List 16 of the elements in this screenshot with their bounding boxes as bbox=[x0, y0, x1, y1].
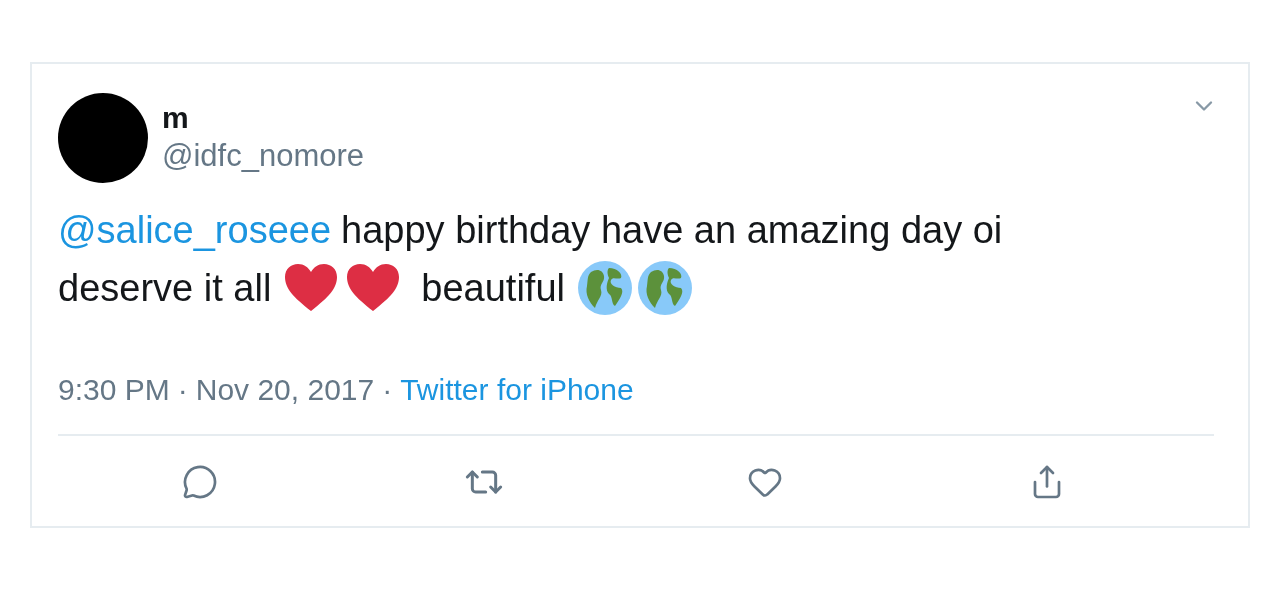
reply-icon[interactable] bbox=[182, 464, 218, 500]
source-link[interactable]: Twitter for iPhone bbox=[400, 367, 634, 412]
tweet-date: Nov 20, 2017 bbox=[195, 372, 375, 408]
mention-link[interactable]: @salice_roseee bbox=[58, 201, 332, 259]
globe-emoji-icon bbox=[637, 260, 693, 316]
tweet-text: happy birthday have an amazing day oi bbox=[341, 208, 1003, 253]
tweet-text: deserve it all bbox=[58, 266, 272, 311]
author-name: m bbox=[162, 100, 190, 136]
tweet-time: 9:30 PM bbox=[58, 372, 170, 408]
globe-emoji-icon bbox=[577, 260, 633, 316]
author-handle: @idfc_nomore bbox=[162, 137, 365, 175]
heart-emoji-icon bbox=[345, 263, 402, 313]
heart-emoji-icon bbox=[283, 263, 340, 313]
separator-dot: · bbox=[382, 372, 393, 408]
tweet-text: beautiful bbox=[421, 266, 565, 311]
separator-dot: · bbox=[177, 372, 188, 408]
